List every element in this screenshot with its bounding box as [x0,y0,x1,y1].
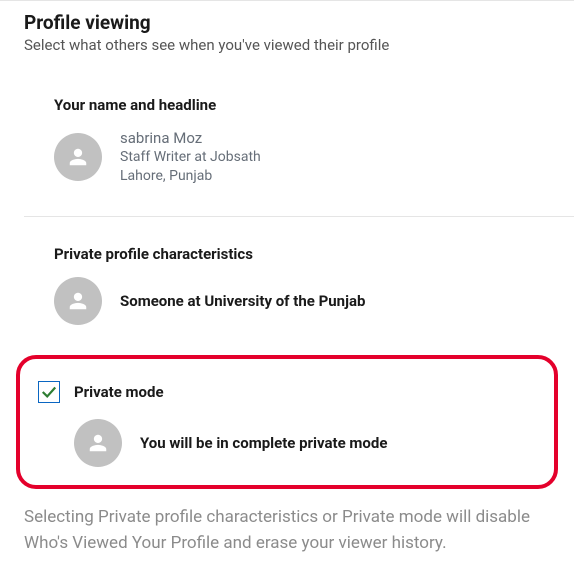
page-title: Profile viewing [24,1,550,36]
option-semi-private[interactable]: Private profile characteristics Someone … [0,217,574,349]
option-full-name: sabrina Moz [120,128,261,148]
avatar-icon [74,419,122,467]
option-private-mode[interactable]: Private mode You will be in complete pri… [16,355,558,489]
option-semi-title: Private profile characteristics [54,245,574,263]
option-full-location: Lahore, Punjab [120,167,261,186]
option-private-title: Private mode [74,383,164,401]
avatar-icon [54,133,102,181]
avatar-icon [54,277,102,325]
option-full-profile[interactable]: Your name and headline sabrina Moz Staff… [0,68,574,210]
private-mode-checkbox[interactable] [38,381,60,403]
option-semi-description: Someone at University of the Punjab [120,292,365,310]
option-private-description: You will be in complete private mode [140,434,387,452]
option-full-headline: Staff Writer at Jobsath [120,148,261,167]
page-subtitle: Select what others see when you've viewe… [24,36,550,68]
footer-warning: Selecting Private profile characteristic… [0,501,574,556]
option-full-title: Your name and headline [54,96,574,114]
